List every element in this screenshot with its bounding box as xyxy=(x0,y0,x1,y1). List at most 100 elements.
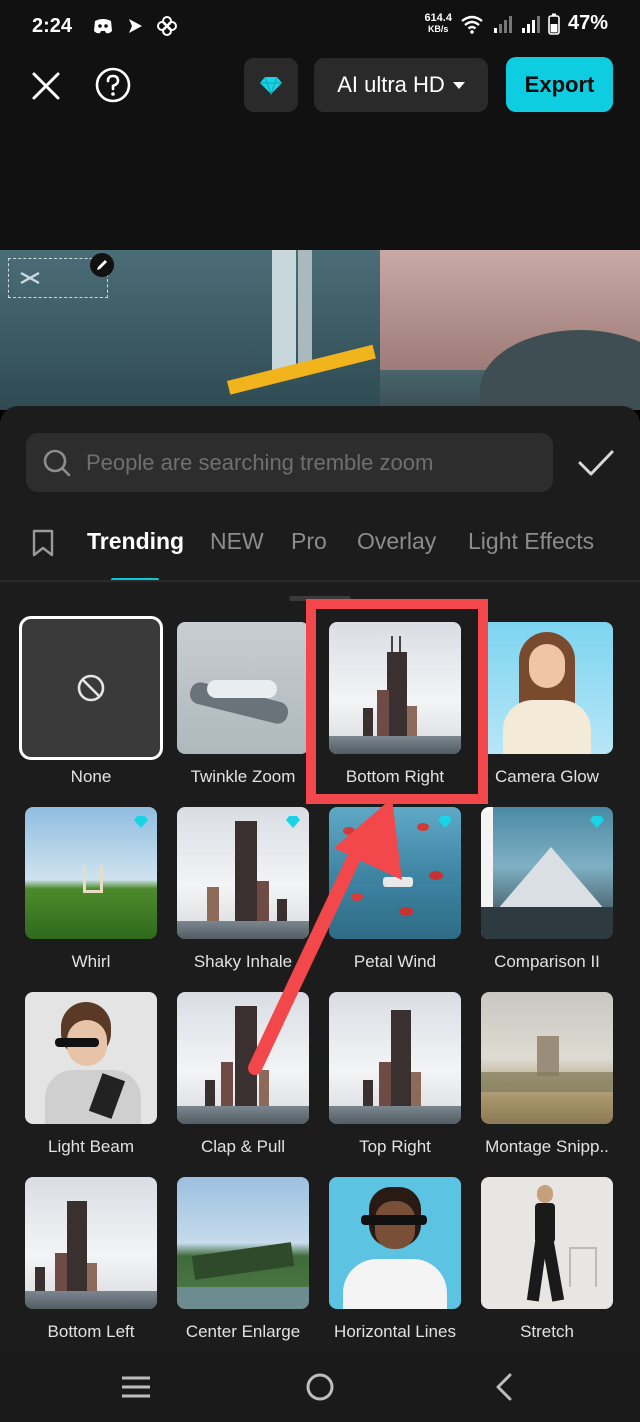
search-icon xyxy=(43,449,71,476)
effect-thumbnail xyxy=(25,807,157,939)
editor-toolbar: AI ultra HD Export xyxy=(0,54,640,250)
favorites-tab[interactable] xyxy=(30,528,56,558)
effect-thumbnail xyxy=(481,807,613,939)
notification-icons xyxy=(92,15,178,37)
battery-percent: 47% xyxy=(567,12,608,34)
effect-thumbnail xyxy=(481,1177,613,1309)
effect-item-top-right[interactable]: Top Right xyxy=(329,992,461,1156)
effect-item-montage-snippet[interactable]: Montage Snipp.. xyxy=(481,992,613,1156)
effect-thumbnail xyxy=(329,807,461,939)
confirm-button[interactable] xyxy=(576,446,616,480)
effect-item-clap-pull[interactable]: Clap & Pull xyxy=(177,992,309,1156)
quality-dropdown[interactable]: AI ultra HD xyxy=(314,58,488,112)
effect-item-comparison-ii[interactable]: Comparison II xyxy=(481,807,613,971)
effect-thumbnail xyxy=(329,992,461,1124)
effect-thumbnail xyxy=(25,992,157,1124)
pinwheel-icon xyxy=(156,15,178,37)
effect-item-horizontal-lines[interactable]: Horizontal Lines xyxy=(329,1177,461,1341)
effect-label: Petal Wind xyxy=(353,952,437,971)
effect-label: Horizontal Lines xyxy=(334,1322,456,1341)
divider xyxy=(0,580,640,582)
bookmark-icon xyxy=(32,529,54,557)
wifi-icon xyxy=(461,15,483,34)
effect-item-twinkle-zoom[interactable]: Twinkle Zoom xyxy=(177,622,309,786)
status-bar: 2:24 614.4 KB/s 47% xyxy=(0,0,640,54)
close-button[interactable] xyxy=(26,66,66,106)
annotation-highlight-box xyxy=(306,599,488,804)
effect-item-shaky-inhale[interactable]: Shaky Inhale xyxy=(177,807,309,971)
home-button[interactable] xyxy=(305,1372,335,1402)
diamond-icon xyxy=(286,816,300,828)
effect-label: Whirl xyxy=(71,952,111,971)
effect-item-stretch[interactable]: Stretch xyxy=(481,1177,613,1341)
help-button[interactable] xyxy=(94,66,132,104)
effect-label: Stretch xyxy=(520,1322,574,1341)
diamond-icon xyxy=(590,816,604,828)
effect-label: Center Enlarge xyxy=(185,1322,301,1341)
close-icon xyxy=(32,72,60,100)
recent-apps-button[interactable] xyxy=(120,1374,152,1400)
tab-light-effects[interactable]: Light Effects xyxy=(468,528,594,555)
signal-icon-1 xyxy=(493,15,512,33)
status-right: 614.4 KB/s 47% xyxy=(424,12,608,35)
effect-label: Clap & Pull xyxy=(200,1137,286,1156)
effect-label: None xyxy=(70,767,112,786)
effect-label: Camera Glow xyxy=(495,767,599,786)
send-icon xyxy=(124,15,146,37)
signal-icon-2 xyxy=(521,15,540,33)
search-bar[interactable] xyxy=(26,433,553,492)
quality-label: AI ultra HD xyxy=(337,72,445,97)
diamond-icon xyxy=(438,816,452,828)
export-button[interactable]: Export xyxy=(506,57,613,112)
effect-thumbnail xyxy=(177,807,309,939)
chevron-down-icon xyxy=(452,81,465,89)
effect-item-none[interactable]: None xyxy=(19,616,163,786)
search-input[interactable] xyxy=(86,449,546,476)
back-button[interactable] xyxy=(492,1372,516,1402)
back-icon xyxy=(496,1373,512,1401)
effect-label: Top Right xyxy=(359,1137,431,1156)
net-speed: 614.4 KB/s xyxy=(424,11,452,34)
effect-label: Light Beam xyxy=(48,1137,134,1156)
effect-thumbnail xyxy=(481,622,613,754)
tab-overlay[interactable]: Overlay xyxy=(357,528,436,555)
menu-icon xyxy=(122,1376,150,1398)
effect-item-petal-wind[interactable]: Petal Wind xyxy=(329,807,461,971)
home-icon xyxy=(306,1373,334,1401)
effect-thumbnail xyxy=(177,1177,309,1309)
effect-label: Shaky Inhale xyxy=(193,952,293,971)
effect-thumbnail xyxy=(481,992,613,1124)
diamond-icon xyxy=(260,76,282,95)
effect-thumbnail xyxy=(177,622,309,754)
edit-sticker-button[interactable] xyxy=(90,253,114,277)
effect-item-center-enlarge[interactable]: Center Enlarge xyxy=(177,1177,309,1341)
status-time: 2:24 xyxy=(32,15,73,37)
help-icon xyxy=(95,67,131,103)
effect-item-whirl[interactable]: Whirl xyxy=(25,807,157,971)
check-icon xyxy=(578,450,614,476)
effect-thumbnail xyxy=(177,992,309,1124)
effect-thumbnail xyxy=(25,1177,157,1309)
logo-icon xyxy=(20,271,40,285)
system-nav-bar xyxy=(0,1352,640,1422)
pro-button[interactable] xyxy=(244,58,298,112)
effect-label: Montage Snipp.. xyxy=(485,1137,609,1156)
pencil-icon xyxy=(97,260,107,270)
video-preview[interactable] xyxy=(0,250,640,410)
effect-item-bottom-left[interactable]: Bottom Left xyxy=(25,1177,157,1341)
diamond-icon xyxy=(134,816,148,828)
discord-icon xyxy=(92,15,114,37)
tab-pro[interactable]: Pro xyxy=(291,528,327,555)
battery-icon xyxy=(548,13,560,35)
effect-label: Bottom Left xyxy=(47,1322,135,1341)
category-tabs: Trending NEW Pro Overlay Light Effects xyxy=(0,518,640,580)
tab-trending[interactable]: Trending xyxy=(87,528,184,555)
effect-label: Comparison II xyxy=(494,952,600,971)
effect-thumbnail xyxy=(329,1177,461,1309)
effect-item-camera-glow[interactable]: Camera Glow xyxy=(481,622,613,786)
tab-new[interactable]: NEW xyxy=(210,528,264,555)
no-effect-icon xyxy=(77,674,105,702)
effect-label: Twinkle Zoom xyxy=(190,767,296,786)
effect-item-light-beam[interactable]: Light Beam xyxy=(25,992,157,1156)
effect-thumbnail xyxy=(19,616,163,760)
